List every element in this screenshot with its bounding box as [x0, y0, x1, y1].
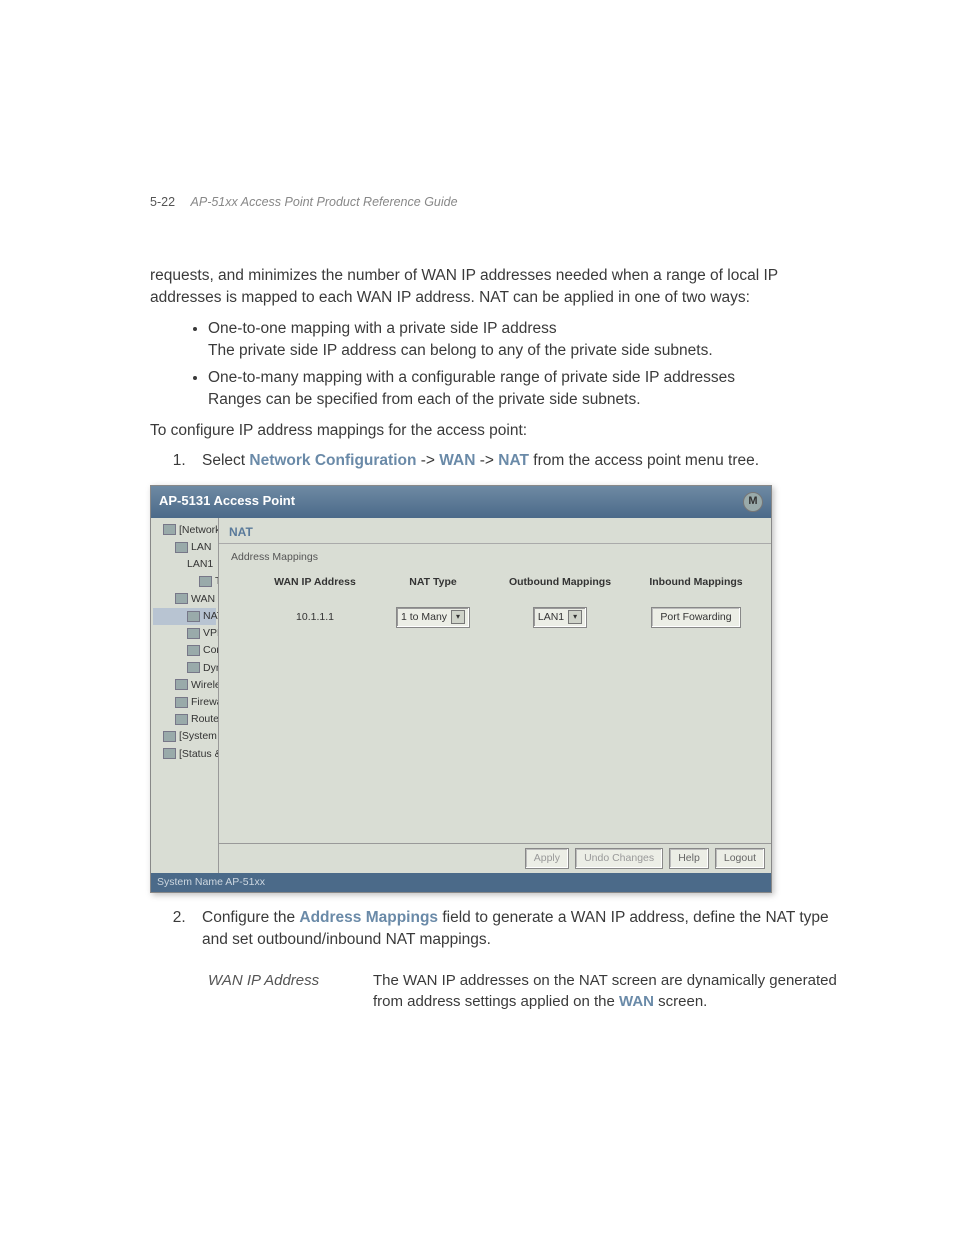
table-row: 10.1.1.1 1 to Many ▾ LAN1 ▾: [219, 591, 771, 628]
table-header: WAN IP Address NAT Type Outbound Mapping…: [219, 565, 771, 590]
undo-changes-button[interactable]: Undo Changes: [575, 848, 663, 869]
tree-label: Wireless: [191, 679, 219, 691]
text: ->: [416, 452, 439, 469]
step-1: Select Network Configuration -> WAN -> N…: [190, 450, 849, 472]
def-desc: The WAN IP addresses on the NAT screen a…: [373, 970, 849, 1012]
motorola-logo-icon: M: [743, 492, 763, 512]
folder-icon: [163, 731, 176, 742]
tree-label: [Status & Statistics]: [179, 748, 219, 760]
page-icon: [187, 645, 200, 656]
folder-icon: [175, 679, 188, 690]
intro-paragraph: requests, and minimizes the number of WA…: [150, 265, 849, 310]
field-address-mappings: Address Mappings: [299, 909, 438, 926]
text: screen.: [654, 993, 707, 1010]
page-icon: [187, 662, 200, 673]
chevron-down-icon: ▾: [568, 610, 582, 624]
mapping-bullets: One-to-one mapping with a private side I…: [208, 318, 849, 412]
menu-wan: WAN: [439, 452, 475, 469]
bullet-line: One-to-many mapping with a configurable …: [208, 369, 735, 386]
tree-label: Firewall: [191, 696, 219, 708]
bullet-line: One-to-one mapping with a private side I…: [208, 320, 557, 337]
app-window: AP-5131 Access Point M [Network Configur…: [150, 485, 772, 893]
button-bar: Apply Undo Changes Help Logout: [219, 843, 771, 873]
tree-lan1[interactable]: LAN1: [153, 556, 216, 573]
help-button[interactable]: Help: [669, 848, 709, 869]
tree-router[interactable]: Router: [153, 711, 216, 728]
page-icon: [187, 611, 200, 622]
tree-label: [Network Configuration]: [179, 524, 219, 536]
wan-link: WAN: [619, 993, 654, 1010]
tree-label: [System Configuration]: [179, 730, 219, 742]
col-wan-ip: WAN IP Address: [269, 575, 361, 590]
tree-status-statistics[interactable]: [Status & Statistics]: [153, 746, 216, 763]
tree-label: Content Filtering: [203, 644, 219, 656]
app-title-text: AP-5131 Access Point: [159, 492, 295, 511]
folder-icon: [163, 748, 176, 759]
content-pane: NAT Address Mappings WAN IP Address NAT …: [219, 518, 771, 873]
tree-system-configuration[interactable]: [System Configuration]: [153, 728, 216, 745]
tree-label: DynDNS: [203, 662, 219, 674]
page-icon: [187, 628, 200, 639]
folder-icon: [163, 524, 176, 535]
step-2: Configure the Address Mappings field to …: [190, 907, 849, 952]
fieldset-address-mappings: Address Mappings: [231, 550, 771, 565]
def-term-wan-ip: WAN IP Address: [208, 970, 373, 1012]
menu-network-configuration: Network Configuration: [249, 452, 416, 469]
apply-button[interactable]: Apply: [525, 848, 569, 869]
col-nat-type: NAT Type: [387, 575, 479, 590]
system-name-bar: System Name AP-51xx: [151, 873, 771, 892]
folder-icon: [175, 714, 188, 725]
bullet-subline: Ranges can be specified from each of the…: [208, 391, 641, 408]
port-forwarding-button[interactable]: Port Fowarding: [651, 607, 740, 628]
steps-list-cont: Configure the Address Mappings field to …: [190, 907, 849, 952]
text: ->: [475, 452, 498, 469]
steps-list: Select Network Configuration -> WAN -> N…: [190, 450, 849, 472]
tree-dyndns[interactable]: DynDNS: [153, 660, 216, 677]
tree-nat[interactable]: NAT: [153, 608, 216, 625]
tree-label: NAT: [203, 610, 219, 622]
page-icon: [199, 576, 212, 587]
chevron-down-icon: ▾: [451, 610, 465, 624]
tree-type-filter[interactable]: Type Filter: [153, 573, 216, 590]
tab-nat: NAT: [219, 518, 771, 544]
definition-row: WAN IP Address The WAN IP addresses on t…: [208, 970, 849, 1012]
doc-title: AP-51xx Access Point Product Reference G…: [191, 195, 458, 209]
col-outbound: Outbound Mappings: [505, 575, 615, 590]
text: Select: [202, 452, 249, 469]
logout-button[interactable]: Logout: [715, 848, 765, 869]
text: Configure the: [202, 909, 299, 926]
folder-icon: [175, 593, 188, 604]
tree-network-configuration[interactable]: [Network Configuration]: [153, 522, 216, 539]
bullet-one-to-many: One-to-many mapping with a configurable …: [208, 367, 849, 412]
tree-label: LAN1: [187, 558, 213, 570]
menu-nat: NAT: [498, 452, 529, 469]
nav-tree[interactable]: [Network Configuration] LAN LAN1 Type Fi…: [151, 518, 219, 873]
text: The WAN IP addresses on the NAT screen a…: [373, 972, 837, 1010]
tree-label: WAN: [191, 593, 215, 605]
tree-label: Router: [191, 713, 219, 725]
page-header: 5-22 AP-51xx Access Point Product Refere…: [150, 195, 458, 209]
tree-content-filtering[interactable]: Content Filtering: [153, 642, 216, 659]
tree-wan[interactable]: WAN: [153, 591, 216, 608]
col-inbound: Inbound Mappings: [641, 575, 751, 590]
text: from the access point menu tree.: [529, 452, 759, 469]
folder-icon: [175, 697, 188, 708]
app-title-bar: AP-5131 Access Point M: [151, 486, 771, 518]
nat-type-dropdown[interactable]: 1 to Many ▾: [396, 607, 470, 628]
tree-firewall[interactable]: Firewall: [153, 694, 216, 711]
outbound-dropdown[interactable]: LAN1 ▾: [533, 607, 587, 628]
bullet-one-to-one: One-to-one mapping with a private side I…: [208, 318, 849, 363]
folder-icon: [175, 542, 188, 553]
bullet-subline: The private side IP address can belong t…: [208, 342, 713, 359]
tree-label: VPN: [203, 627, 219, 639]
page-number: 5-22: [150, 195, 175, 209]
tree-lan[interactable]: LAN: [153, 539, 216, 556]
nat-type-selected: 1 to Many: [401, 610, 447, 625]
tree-vpn[interactable]: VPN: [153, 625, 216, 642]
tree-wireless[interactable]: Wireless: [153, 677, 216, 694]
configure-line: To configure IP address mappings for the…: [150, 420, 849, 442]
wan-ip-value: 10.1.1.1: [269, 610, 361, 625]
outbound-selected: LAN1: [538, 610, 564, 625]
tree-label: LAN: [191, 541, 211, 553]
